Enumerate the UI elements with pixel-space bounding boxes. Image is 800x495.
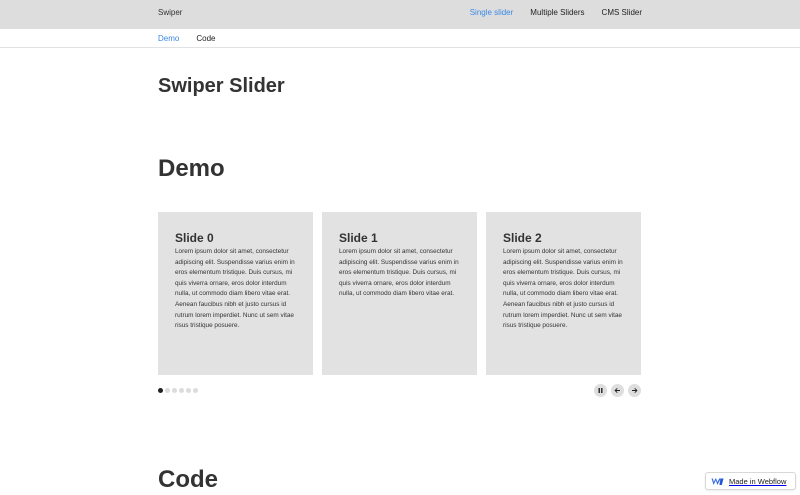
code-section-title: Code bbox=[158, 466, 218, 493]
badge-label: Made in Webflow bbox=[729, 476, 787, 486]
slider-pagination bbox=[158, 388, 198, 393]
webflow-logo-icon bbox=[711, 478, 724, 485]
pagination-dot-active[interactable] bbox=[158, 388, 163, 393]
slide-title: Slide 1 bbox=[339, 231, 378, 245]
slide: Slide 1 Lorem ipsum dolor sit amet, cons… bbox=[322, 212, 477, 375]
sub-navbar: Demo Code bbox=[0, 29, 800, 48]
pause-button[interactable] bbox=[594, 384, 607, 397]
made-in-webflow-badge[interactable]: Made in Webflow bbox=[705, 472, 796, 490]
sub-nav-tabs: Demo Code bbox=[158, 34, 215, 43]
top-nav-links: Single slider Multiple Sliders CMS Slide… bbox=[470, 8, 642, 17]
demo-section-title: Demo bbox=[158, 155, 225, 182]
pause-icon bbox=[598, 388, 603, 393]
nav-link-single-slider[interactable]: Single slider bbox=[470, 8, 514, 17]
slide-body: Lorem ipsum dolor sit amet, consectetur … bbox=[503, 248, 623, 330]
slide: Slide 0 Lorem ipsum dolor sit amet, cons… bbox=[158, 212, 313, 375]
pagination-dot[interactable] bbox=[186, 388, 191, 393]
tab-demo[interactable]: Demo bbox=[158, 34, 179, 43]
tab-code[interactable]: Code bbox=[196, 34, 215, 43]
slide-title: Slide 0 bbox=[175, 231, 214, 245]
slide: Slide 2 Lorem ipsum dolor sit amet, cons… bbox=[486, 212, 641, 375]
next-slide-button[interactable] bbox=[628, 384, 641, 397]
slide-body: Lorem ipsum dolor sit amet, consectetur … bbox=[175, 248, 295, 330]
slide-title: Slide 2 bbox=[503, 231, 542, 245]
pagination-dot[interactable] bbox=[172, 388, 177, 393]
nav-link-multiple-sliders[interactable]: Multiple Sliders bbox=[530, 8, 584, 17]
pagination-dot[interactable] bbox=[193, 388, 198, 393]
brand-link[interactable]: Swiper bbox=[158, 8, 182, 17]
slide-body: Lorem ipsum dolor sit amet, consectetur … bbox=[339, 248, 459, 298]
prev-slide-button[interactable] bbox=[611, 384, 624, 397]
slider-track[interactable]: Slide 0 Lorem ipsum dolor sit amet, cons… bbox=[158, 212, 641, 375]
arrow-left-icon bbox=[614, 387, 620, 394]
arrow-right-icon bbox=[632, 387, 638, 394]
pagination-dot[interactable] bbox=[179, 388, 184, 393]
nav-link-cms-slider[interactable]: CMS Slider bbox=[602, 8, 642, 17]
top-navbar: Swiper Single slider Multiple Sliders CM… bbox=[0, 0, 800, 29]
pagination-dot[interactable] bbox=[165, 388, 170, 393]
page-title: Swiper Slider bbox=[158, 75, 285, 97]
slider-controls bbox=[594, 384, 641, 397]
